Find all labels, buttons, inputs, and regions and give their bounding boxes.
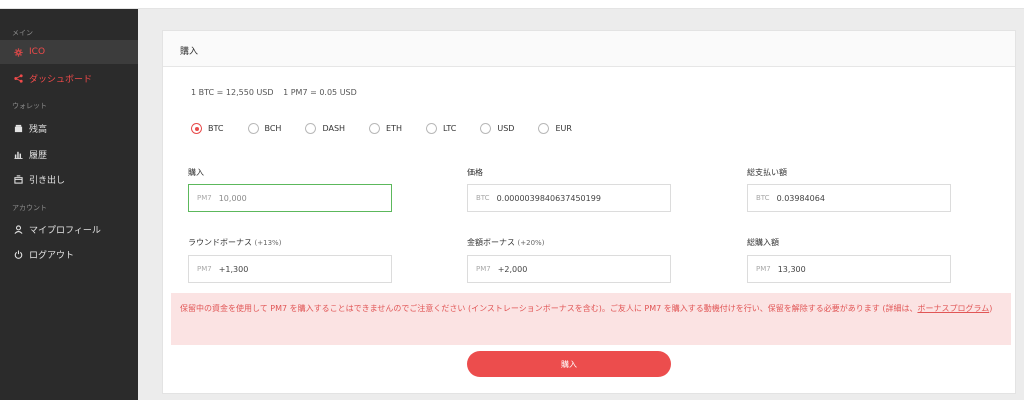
purchase-card: 購入 1 BTC = 12,550 USD 1 PM7 = 0.05 USD B… bbox=[162, 30, 1016, 394]
price-prefix: BTC bbox=[476, 194, 490, 202]
currency-label: USD bbox=[497, 124, 515, 133]
radio[interactable] bbox=[538, 123, 550, 134]
currency-label: BTC bbox=[208, 124, 224, 133]
power-icon bbox=[12, 250, 24, 259]
sidebar-section-account: アカウント bbox=[12, 204, 47, 212]
sidebar-item-label: ログアウト bbox=[29, 250, 75, 261]
currency-label: ETH bbox=[386, 124, 403, 133]
sidebar-item-balance[interactable]: 残高 bbox=[0, 116, 138, 140]
rate-btc: 1 BTC = 12,550 USD bbox=[191, 88, 274, 97]
total-pay-field[interactable]: BTC 0.03984064 bbox=[747, 184, 951, 212]
sidebar-item-logout[interactable]: ログアウト bbox=[0, 242, 138, 266]
sidebar-item-label: マイプロフィール bbox=[29, 225, 101, 236]
currency-label: DASH bbox=[322, 124, 346, 133]
currency-option-btc[interactable]: BTC bbox=[191, 123, 224, 134]
amount-bonus-prefix: PM7 bbox=[476, 265, 491, 273]
purchase-prefix: PM7 bbox=[197, 194, 212, 202]
sidebar-item-profile[interactable]: マイプロフィール bbox=[0, 217, 138, 241]
radio[interactable] bbox=[247, 123, 259, 134]
radio[interactable] bbox=[426, 123, 438, 134]
share-icon bbox=[12, 73, 24, 83]
currency-option-bch[interactable]: BCH bbox=[247, 123, 282, 134]
currency-label: BCH bbox=[264, 124, 282, 133]
purchase-amount-input[interactable]: PM7 10,000 bbox=[188, 184, 392, 212]
round-bonus-value: +1,300 bbox=[218, 264, 249, 274]
notice-suffix: ) bbox=[989, 304, 993, 313]
withdraw-icon bbox=[12, 174, 24, 184]
currency-label: LTC bbox=[443, 124, 457, 133]
sidebar-item-label: 引き出し bbox=[29, 175, 66, 186]
total-pay-label: 総支払い額 bbox=[747, 168, 787, 177]
sidebar-item-label: ダッシュボード bbox=[29, 74, 93, 85]
round-bonus-pct: (+13%) bbox=[254, 239, 282, 247]
gear-icon bbox=[12, 47, 24, 57]
notice-box: 保留中の資金を使用して PM7 を購入することはできませんのでご注意ください (… bbox=[171, 293, 1011, 345]
total-buy-label: 総購入額 bbox=[747, 238, 779, 247]
wallet-icon bbox=[12, 124, 24, 133]
total-buy-field[interactable]: PM7 13,300 bbox=[747, 255, 951, 283]
amount-bonus-label: 金額ボーナス (+20%) bbox=[467, 237, 544, 248]
currency-option-eth[interactable]: ETH bbox=[369, 123, 402, 134]
total-buy-prefix: PM7 bbox=[756, 265, 771, 273]
user-icon bbox=[12, 224, 24, 234]
chart-icon bbox=[12, 150, 24, 159]
sidebar-item-label: 残高 bbox=[29, 124, 48, 135]
total-pay-value: 0.03984064 bbox=[776, 193, 825, 203]
sidebar-item-dashboard[interactable]: ダッシュボード bbox=[0, 66, 138, 90]
sidebar-item-withdraw[interactable]: 引き出し bbox=[0, 167, 138, 191]
rate-pm7: 1 PM7 = 0.05 USD bbox=[283, 88, 357, 97]
radio[interactable] bbox=[305, 123, 317, 134]
total-pay-prefix: BTC bbox=[756, 194, 770, 202]
card-title: 購入 bbox=[180, 47, 199, 57]
sidebar: メイン ICO ダッシュボード ウォレット 残高 履歴 引き出し アカウント マ… bbox=[0, 9, 138, 400]
currency-label: EUR bbox=[555, 124, 572, 133]
round-bonus-field[interactable]: PM7 +1,300 bbox=[188, 255, 392, 283]
sidebar-item-history[interactable]: 履歴 bbox=[0, 142, 138, 166]
total-buy-value: 13,300 bbox=[777, 264, 806, 274]
radio[interactable] bbox=[480, 123, 492, 134]
exchange-rates: 1 BTC = 12,550 USD 1 PM7 = 0.05 USD bbox=[191, 88, 357, 97]
price-label: 価格 bbox=[467, 168, 483, 177]
purchase-label: 購入 bbox=[188, 168, 204, 177]
amount-bonus-label-text: 金額ボーナス bbox=[467, 238, 515, 247]
round-bonus-label-text: ラウンドボーナス bbox=[188, 238, 252, 247]
purchase-value: 10,000 bbox=[218, 193, 247, 203]
price-field[interactable]: BTC 0.0000039840637450199 bbox=[467, 184, 671, 212]
bonus-program-link[interactable]: ボーナスプログラム bbox=[917, 304, 989, 313]
notice-text: 保留中の資金を使用して PM7 を購入することはできませんのでご注意ください (… bbox=[180, 304, 918, 313]
round-bonus-prefix: PM7 bbox=[197, 265, 212, 273]
buy-button[interactable]: 購入 bbox=[467, 351, 671, 377]
currency-option-ltc[interactable]: LTC bbox=[426, 123, 456, 134]
currency-selector: BTC BCH DASH ETH LTC USD EUR bbox=[191, 123, 596, 134]
radio[interactable] bbox=[369, 123, 381, 134]
amount-bonus-value: +2,000 bbox=[497, 264, 528, 274]
card-header: 購入 bbox=[163, 31, 1015, 67]
amount-bonus-pct: (+20%) bbox=[517, 239, 545, 247]
sidebar-section-main: メイン bbox=[12, 29, 33, 37]
sidebar-item-label: ICO bbox=[29, 47, 46, 57]
round-bonus-label: ラウンドボーナス (+13%) bbox=[188, 237, 281, 248]
top-bar bbox=[0, 0, 1024, 9]
sidebar-item-label: 履歴 bbox=[29, 150, 48, 161]
currency-option-eur[interactable]: EUR bbox=[538, 123, 572, 134]
currency-option-dash[interactable]: DASH bbox=[305, 123, 345, 134]
price-value: 0.0000039840637450199 bbox=[496, 193, 601, 203]
radio-selected[interactable] bbox=[191, 123, 202, 134]
amount-bonus-field[interactable]: PM7 +2,000 bbox=[467, 255, 671, 283]
sidebar-item-ico[interactable]: ICO bbox=[0, 40, 138, 64]
currency-option-usd[interactable]: USD bbox=[480, 123, 514, 134]
sidebar-section-wallet: ウォレット bbox=[12, 102, 47, 110]
